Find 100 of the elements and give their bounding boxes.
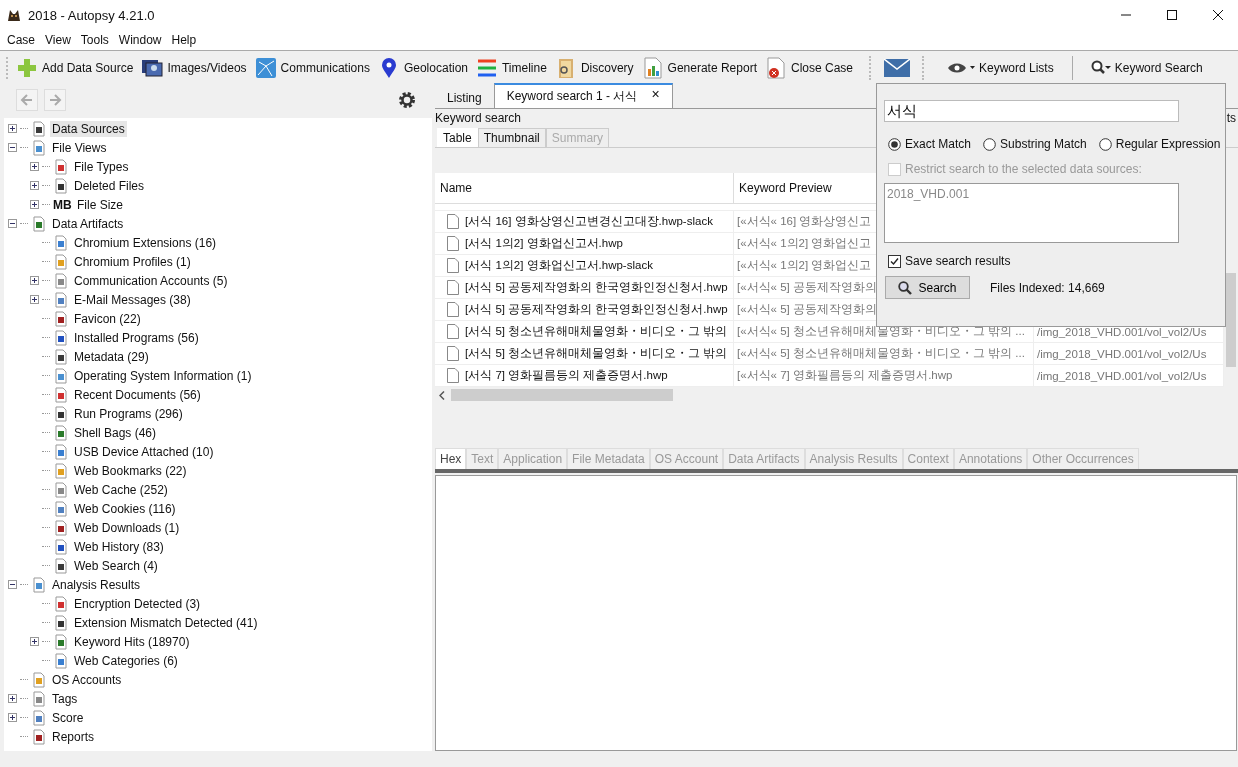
expand-icon[interactable] [8, 713, 17, 722]
mail-icon[interactable] [884, 58, 910, 77]
tree-item[interactable]: Web Cookies (116) [72, 500, 178, 517]
tree-item[interactable]: Extension Mismatch Detected (41) [72, 614, 260, 631]
tree-item[interactable]: USB Device Attached (10) [72, 443, 216, 460]
document-icon [53, 310, 69, 327]
network-icon [254, 56, 277, 79]
close-icon[interactable] [1212, 9, 1224, 21]
expand-icon[interactable] [8, 694, 17, 703]
radio-button[interactable] [1098, 137, 1112, 151]
file-icon [447, 324, 459, 339]
expand-icon[interactable] [30, 200, 39, 209]
radio-button[interactable] [983, 137, 997, 151]
table-cell: [서식 16] 영화상영신고변경신고대장.hwp-slack [435, 211, 734, 232]
table-cell: [서식 5] 청소년유해매체물영화・비디오・그 밖의 [435, 321, 734, 342]
menu-item[interactable]: View [40, 33, 76, 47]
tree-item[interactable]: Installed Programs (56) [72, 329, 201, 346]
tree-item[interactable]: Tags [50, 690, 80, 707]
tree-item[interactable]: Run Programs (296) [72, 405, 185, 422]
maximize-icon[interactable] [1166, 9, 1178, 21]
expand-icon[interactable] [30, 276, 39, 285]
tree-item[interactable]: Analysis Results [50, 576, 143, 593]
view-tab[interactable]: Table [437, 128, 478, 147]
search-icon [1090, 59, 1111, 76]
checkbox[interactable] [888, 254, 901, 268]
match-option[interactable]: Regular Expression [1098, 137, 1221, 151]
tree-item[interactable]: Score [50, 709, 86, 726]
menu-item[interactable]: Tools [75, 33, 114, 47]
document-icon [31, 690, 47, 707]
report-icon [641, 56, 664, 79]
table-cell: [서식 5] 청소년유해매체물영화・비디오・그 밖의 [435, 343, 734, 364]
document-icon [53, 367, 69, 384]
expand-icon[interactable] [30, 162, 39, 171]
expand-icon[interactable] [30, 181, 39, 190]
menu-item[interactable]: Help [166, 33, 202, 47]
tree-item[interactable]: Web History (83) [72, 538, 166, 555]
tree-item[interactable]: Metadata (29) [72, 348, 151, 365]
expand-icon[interactable] [30, 637, 39, 646]
tree-item[interactable]: E-Mail Messages (38) [72, 291, 193, 308]
tree-item[interactable]: Favicon (22) [72, 310, 143, 327]
tree-item[interactable]: Web Categories (6) [72, 652, 180, 669]
keyword-lists-button[interactable]: Keyword Lists [937, 60, 1064, 75]
menu-item[interactable]: Case [2, 33, 40, 47]
result-tab[interactable]: Listing [435, 88, 494, 108]
result-tab[interactable]: Keyword search 1 - 서식 × [493, 83, 673, 108]
close-tab-button[interactable]: × [651, 88, 660, 105]
match-option[interactable]: Exact Match [888, 137, 972, 151]
label-text: ts [1226, 111, 1237, 125]
settings-icon[interactable] [397, 90, 417, 110]
toolbar-button[interactable]: Close Case [760, 56, 857, 79]
search-field[interactable]: 서식 [884, 100, 1179, 122]
tree-item[interactable]: Operating System Information (1) [72, 367, 254, 384]
match-option[interactable]: Substring Match [983, 137, 1087, 151]
tree-item[interactable]: Encryption Detected (3) [72, 595, 203, 612]
table-cell: [서식 1의2] 영화업신고서.hwp [435, 233, 734, 254]
document-icon [53, 424, 69, 441]
toolbar-button[interactable]: Communications [250, 56, 374, 79]
toolbar-button[interactable]: Generate Report [637, 56, 761, 79]
tree-item[interactable]: Web Cache (252) [72, 481, 170, 498]
tree-item[interactable]: Web Bookmarks (22) [72, 462, 189, 479]
panel-title: Keyword search [435, 111, 522, 125]
tree-item[interactable]: Chromium Extensions (16) [72, 234, 219, 251]
toolbar-button[interactable]: Discovery [550, 56, 638, 79]
search-button[interactable]: Search [885, 276, 970, 299]
tree-item[interactable]: Communication Accounts (5) [72, 272, 230, 289]
tree-item[interactable]: File Views [50, 139, 109, 156]
collapse-icon[interactable] [8, 143, 17, 152]
tree-item[interactable]: OS Accounts [50, 671, 124, 688]
tree-item[interactable]: Chromium Profiles (1) [72, 253, 193, 270]
table-cell: [서식 5] 공동제작영화의 한국영화인정신청서.hwp [435, 277, 734, 298]
scroll-left-icon[interactable] [439, 390, 445, 400]
radio-button[interactable] [888, 137, 901, 151]
expand-icon[interactable] [8, 124, 17, 133]
tree-item[interactable]: Data Sources [50, 120, 127, 137]
expand-icon[interactable] [30, 295, 39, 304]
column-header[interactable]: Name [435, 173, 734, 203]
tree-item[interactable]: Reports [50, 728, 97, 745]
tree-item[interactable]: Web Downloads (1) [72, 519, 182, 536]
tree-item[interactable]: File Types [72, 158, 131, 175]
tree-item[interactable]: File Size [75, 196, 125, 213]
keyword-search-button[interactable]: Keyword Search [1080, 59, 1213, 76]
list-item[interactable]: 2018_VHD.001 [887, 187, 1176, 201]
toolbar-button[interactable]: Geolocation [373, 56, 472, 79]
tree-item[interactable]: Recent Documents (56) [72, 386, 203, 403]
tree-item[interactable]: Web Search (4) [72, 557, 160, 574]
toolbar-button[interactable]: Timeline [472, 56, 551, 79]
content-tab[interactable]: Hex [435, 448, 467, 469]
menu-item[interactable]: Window [113, 33, 167, 47]
collapse-icon[interactable] [8, 219, 17, 228]
toolbar-button[interactable]: Add Data Source [12, 56, 138, 79]
toolbar-button[interactable]: Images/Videos [137, 56, 251, 79]
tree-item[interactable]: Shell Bags (46) [72, 424, 159, 441]
tree-item[interactable]: Keyword Hits (18970) [72, 633, 192, 650]
tree-item[interactable]: Data Artifacts [50, 215, 126, 232]
document-icon [31, 139, 47, 156]
view-tab[interactable]: Thumbnail [477, 128, 546, 147]
document-icon [53, 348, 69, 365]
collapse-icon[interactable] [8, 580, 17, 589]
file-icon [447, 236, 459, 251]
tree-item[interactable]: Deleted Files [72, 177, 147, 194]
